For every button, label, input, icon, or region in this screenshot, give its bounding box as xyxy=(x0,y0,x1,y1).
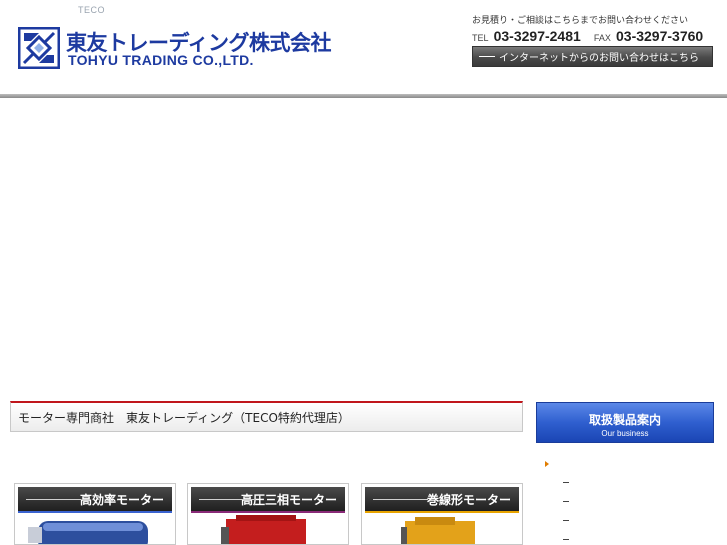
product-card-high-voltage[interactable]: 高圧三相モーター xyxy=(187,483,349,545)
arrow-right-icon xyxy=(545,460,549,467)
products-menu-header[interactable]: 取扱製品案内 Our business xyxy=(536,402,714,443)
product-card-header: 高効率モーター xyxy=(18,487,172,511)
contact-note: お見積り・ご相談はこちらまでお問い合わせください xyxy=(472,16,689,26)
menu-item-1[interactable] xyxy=(545,454,715,473)
product-card-title: 巻線形モーター xyxy=(426,492,511,507)
phone-fax-row: TEL 03-3297-2481 FAX 03-3297-3760 xyxy=(472,26,711,44)
products-menu-list xyxy=(545,454,715,545)
inquiry-button-label: インターネットからのお問い合わせはこちら xyxy=(499,53,699,64)
menu-item-2[interactable] xyxy=(545,473,715,492)
motor-image xyxy=(365,513,519,544)
product-card-title: 高圧三相モーター xyxy=(240,492,337,507)
menu-item-4[interactable] xyxy=(545,511,715,530)
dash-icon xyxy=(563,520,569,521)
product-card-header: 巻線形モーター xyxy=(365,487,519,511)
page-title: モーター専門商社 東友トレーディング（TECO特約代理店） xyxy=(18,410,350,425)
dash-icon xyxy=(563,482,569,483)
product-card-header: 高圧三相モーター xyxy=(191,487,345,511)
dash-icon xyxy=(479,56,495,57)
product-card-high-efficiency[interactable]: 高効率モーター xyxy=(14,483,176,545)
menu-header-en: Our business xyxy=(601,429,649,438)
internet-inquiry-button[interactable]: インターネットからのお問い合わせはこちら xyxy=(472,46,713,67)
product-card-title: 高効率モーター xyxy=(79,492,164,507)
fax-number: 03-3297-3760 xyxy=(616,28,704,44)
company-logo-icon[interactable] xyxy=(18,27,60,69)
menu-item-3[interactable] xyxy=(545,492,715,511)
header-line-decoration xyxy=(373,499,428,500)
fax-label: FAX xyxy=(593,33,611,43)
tel-label: TEL xyxy=(472,33,489,43)
tel-number: 03-3297-2481 xyxy=(493,28,581,44)
site-header: TECO 東友トレーディング株式会社 TOHYU TRADING CO.,LTD… xyxy=(0,0,727,95)
page-title-bar: モーター専門商社 東友トレーディング（TECO特約代理店） xyxy=(10,401,523,432)
product-card-wound-rotor[interactable]: 巻線形モーター xyxy=(361,483,523,545)
teco-label: TECO xyxy=(78,5,106,15)
dash-icon xyxy=(563,539,569,540)
motor-image xyxy=(18,513,172,544)
menu-item-5[interactable] xyxy=(545,530,715,545)
hero-area xyxy=(0,98,727,398)
company-name-en[interactable]: TOHYU TRADING CO.,LTD. xyxy=(68,52,254,68)
menu-header-jp: 取扱製品案内 xyxy=(588,413,661,427)
header-line-decoration xyxy=(199,499,254,500)
header-line-decoration xyxy=(26,499,81,500)
motor-image xyxy=(191,513,345,544)
dash-icon xyxy=(563,501,569,502)
